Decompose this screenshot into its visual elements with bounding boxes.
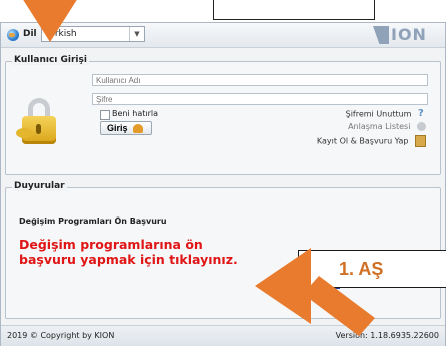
overlay-box [213,0,375,20]
remember-label: Beni hatırla [112,109,158,118]
announcements-legend: Duyurular [12,181,67,191]
forgot-password-link[interactable]: Şifremi Unuttum ? [346,109,426,119]
chevron-down-icon[interactable]: ▼ [129,27,144,41]
login-legend: Kullanıcı Girişi [12,55,89,65]
remember-checkbox[interactable] [100,110,110,120]
footer-bar: 2019 © Copyright by KION Version: 1.18.6… [1,325,445,346]
forgot-password-text: Şifremi Unuttum [345,109,412,119]
register-icon [415,135,426,147]
logo-mark [373,26,389,44]
lock-icon [16,98,60,148]
copyright-text: 2019 © Copyright by KION [7,331,115,340]
announcement-link[interactable]: Değişim programlarına ön başvuru yapmak … [19,237,259,267]
announcement-title: Değişim Programları Ön Başvuru [19,217,167,226]
login-section: Kullanıcı Girişi Beni hatırla Giriş Şifr… [5,55,441,175]
login-window: Dil Turkish ▼ ION Kullanıcı Girişi Beni … [0,22,446,346]
kion-logo: ION [373,25,437,44]
register-text: Kayıt Ol & Başvuru Yap [316,136,409,146]
document-icon [417,122,426,131]
help-icon: ? [418,108,424,119]
callout-arrow-diagonal-icon [255,248,375,336]
login-button[interactable]: Giriş [100,121,152,135]
logo-text: ION [391,25,427,44]
callout-arrow-down-icon [22,0,78,42]
login-icon [133,124,143,133]
agreements-link[interactable]: Anlaşma Listesi [348,122,426,131]
login-button-label: Giriş [107,123,128,133]
globe-icon [7,29,19,41]
password-input[interactable] [92,93,428,105]
username-input[interactable] [92,74,428,86]
agreements-text: Anlaşma Listesi [348,122,411,131]
register-link[interactable]: Kayıt Ol & Başvuru Yap [317,135,426,147]
